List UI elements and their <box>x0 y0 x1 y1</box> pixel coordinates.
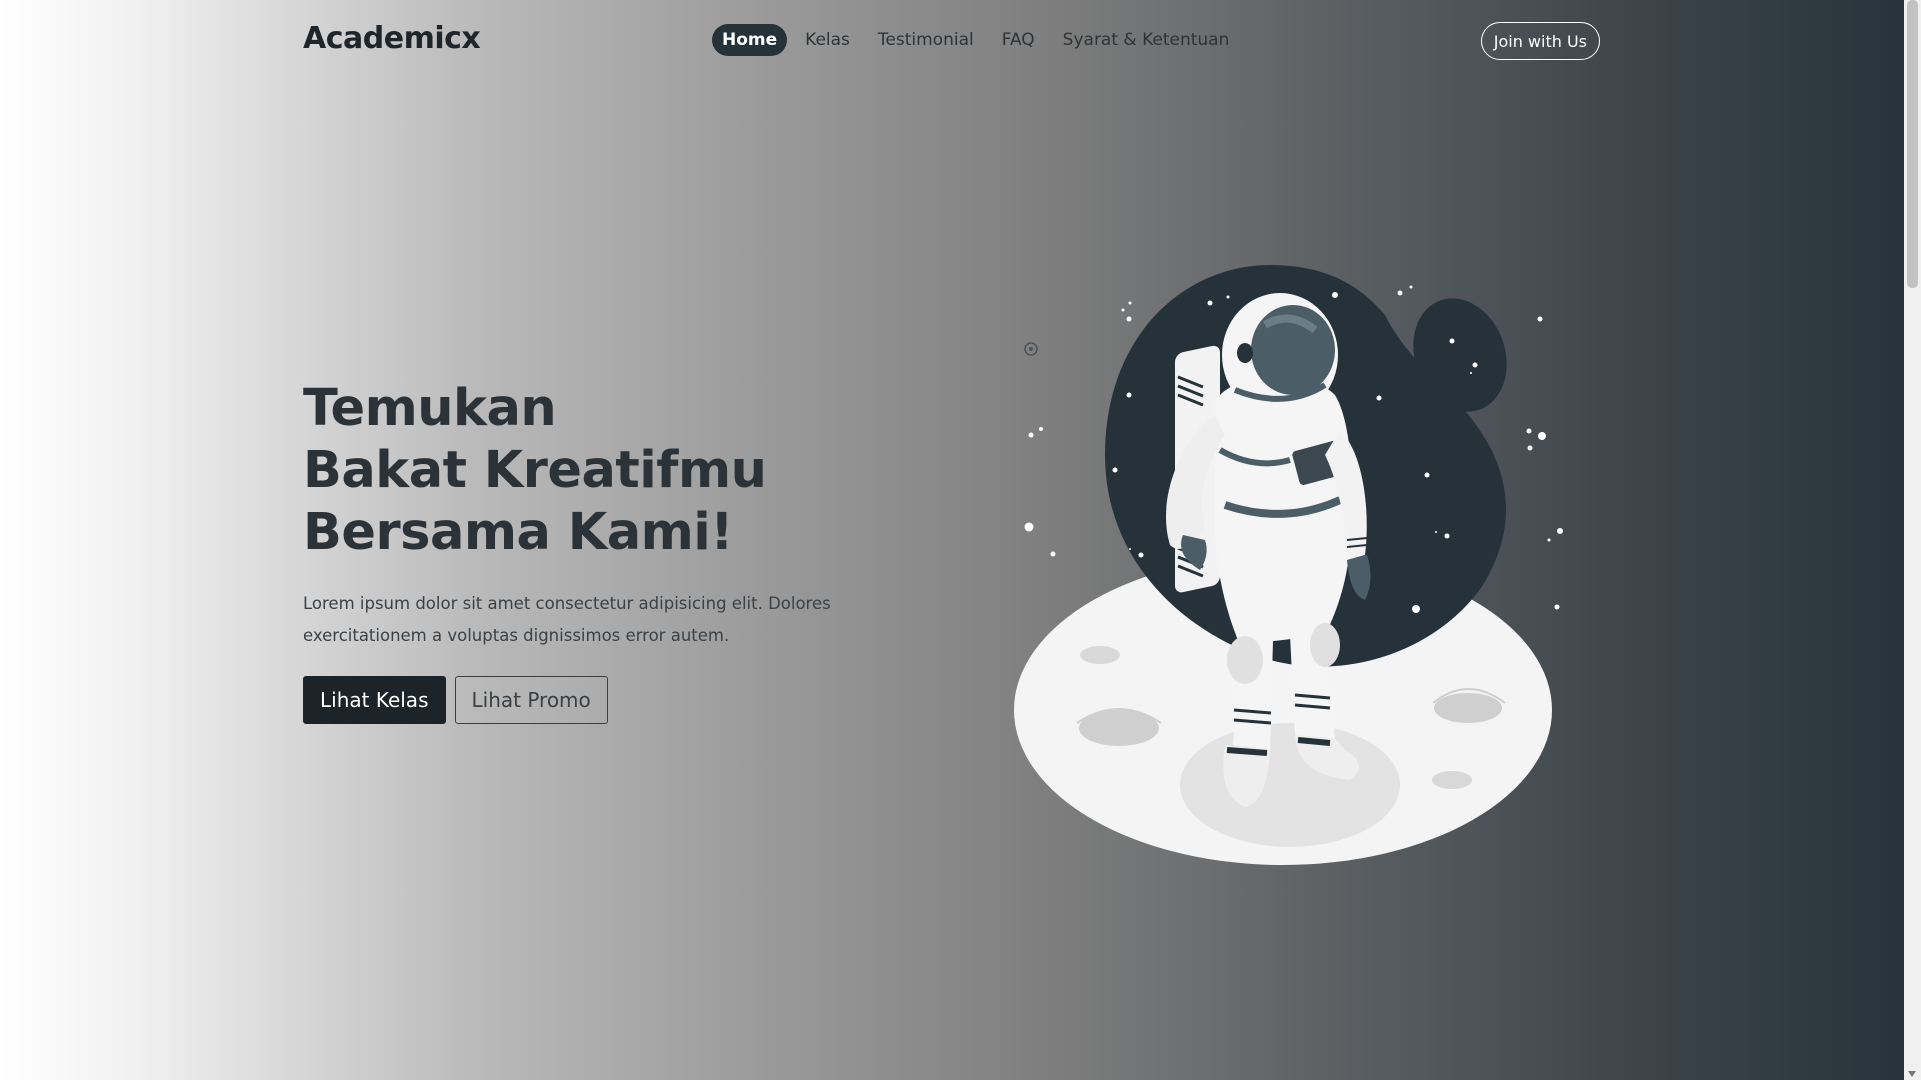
join-button[interactable]: Join with Us <box>1480 22 1600 60</box>
lihat-promo-button[interactable]: Lihat Promo <box>454 676 608 724</box>
hero-description: Lorem ipsum dolor sit amet consectetur a… <box>303 594 831 645</box>
scroll-down-arrow-icon[interactable] <box>1908 1071 1916 1077</box>
nav-item-home[interactable]: Home <box>712 24 788 56</box>
navbar: Academicx Home Kelas Testimonial FAQ Sya… <box>303 18 1600 64</box>
hero-title: Temukan Bakat Kreatifmu Bersama Kami! <box>303 378 767 564</box>
astronaut-on-moon-illustration <box>1005 255 1575 875</box>
lihat-kelas-button[interactable]: Lihat Kelas <box>303 676 446 724</box>
page: Academicx Home Kelas Testimonial FAQ Sya… <box>0 0 1904 1080</box>
nav-item-kelas[interactable]: Kelas <box>795 24 860 56</box>
hero-title-line-1: Temukan <box>303 379 557 438</box>
hero-title-line-3: Bersama Kami! <box>303 503 734 562</box>
brand-logo[interactable]: Academicx <box>303 21 481 56</box>
nav-item-faq[interactable]: FAQ <box>992 24 1045 56</box>
vertical-scrollbar[interactable] <box>1904 0 1921 1080</box>
scrollbar-thumb[interactable] <box>1907 0 1918 288</box>
hero-buttons: Lihat Kelas Lihat Promo <box>303 676 608 724</box>
nav-item-syarat-ketentuan[interactable]: Syarat & Ketentuan <box>1053 24 1240 56</box>
nav-links: Home Kelas Testimonial FAQ Syarat & Kete… <box>712 24 1239 56</box>
nav-item-testimonial[interactable]: Testimonial <box>868 24 984 56</box>
hero-title-line-2: Bakat Kreatifmu <box>303 441 767 500</box>
